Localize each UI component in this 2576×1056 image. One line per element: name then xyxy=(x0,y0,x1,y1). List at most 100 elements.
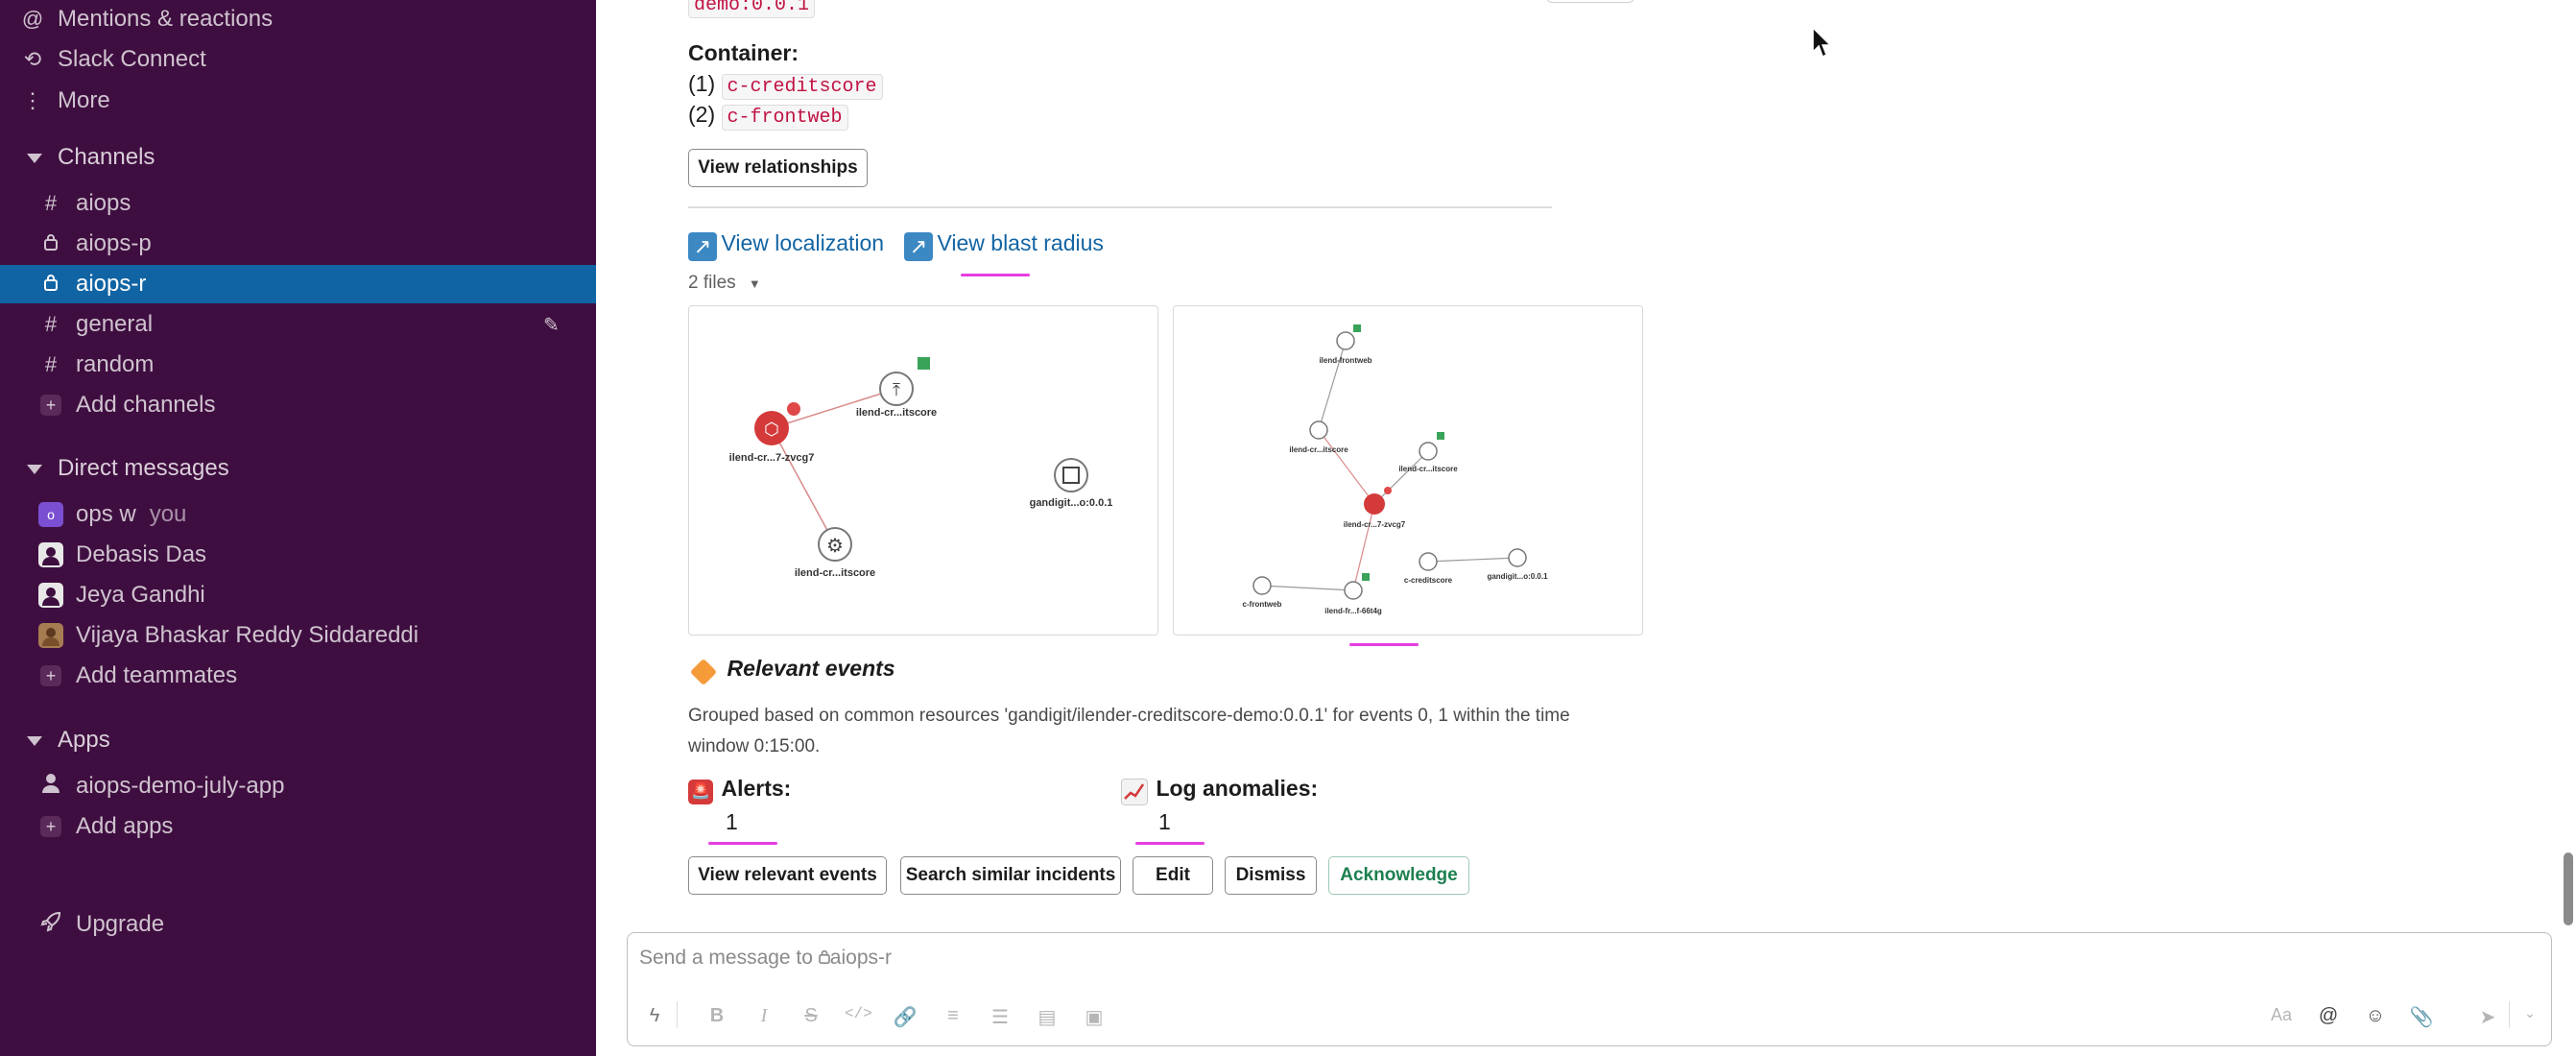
italic-icon[interactable]: I xyxy=(751,1005,777,1027)
message-composer[interactable]: Send a message to aiops-r xyxy=(627,932,2552,1046)
link-icon[interactable]: 🔗 xyxy=(892,1005,918,1029)
search-similar-incidents-button[interactable]: Search similar incidents xyxy=(900,856,1121,895)
send-icon[interactable]: ➤ xyxy=(2474,1005,2501,1029)
caret-down-icon xyxy=(27,465,42,474)
avatar: o xyxy=(38,502,63,527)
node-label: ilend-frontweb xyxy=(1319,356,1371,365)
scrollbar-thumb[interactable] xyxy=(2564,852,2573,925)
node-label: ilend-fr...f-66t4g xyxy=(1324,607,1382,615)
svg-text:⬡: ⬡ xyxy=(764,420,779,439)
composer-input[interactable]: Send a message to aiops-r xyxy=(639,947,892,970)
dm-item-ops-w[interactable]: o ops w you xyxy=(0,495,596,534)
message-pane: demo:0.0.1 Container: (1) c-creditscore … xyxy=(596,0,2576,1056)
cursor-icon xyxy=(1812,26,1833,64)
relevant-events-heading: Relevant events xyxy=(688,656,895,685)
bold-icon[interactable]: B xyxy=(704,1005,730,1027)
plus-icon: + xyxy=(40,816,61,837)
ordered-list-icon[interactable]: ≡ xyxy=(940,1005,966,1027)
node xyxy=(1419,432,1444,461)
dm-section-header[interactable]: Direct messages xyxy=(0,449,596,488)
node xyxy=(1419,552,1438,571)
upgrade-button[interactable]: Upgrade xyxy=(0,905,596,944)
chevron-down-icon[interactable]: ⌄ xyxy=(2516,1005,2543,1021)
button-edge[interactable] xyxy=(1546,0,1634,3)
dm-item-jeya-gandhi[interactable]: Jeya Gandhi xyxy=(0,576,596,614)
dm-item-vijaya[interactable]: Vijaya Bhaskar Reddy Siddareddi xyxy=(0,616,596,655)
rocket-icon xyxy=(40,911,61,938)
edit-button[interactable]: Edit xyxy=(1133,856,1213,895)
sidebar: @ Mentions & reactions ⟲ Slack Connect ⋮… xyxy=(0,0,596,1056)
node xyxy=(1336,324,1361,350)
node-label: ilend-cr...itscore xyxy=(795,567,875,579)
file-thumbnail-localization[interactable]: ⬡ ⤒ ⚙ ilend-cr...itscore ilend-cr...7-zv… xyxy=(688,305,1158,636)
alerts-label: 🚨 Alerts: xyxy=(688,776,791,804)
add-channels-button[interactable]: + Add channels xyxy=(0,386,596,424)
node-label: ilend-cr...itscore xyxy=(1289,445,1348,454)
file-thumbnail-blast-radius[interactable]: ilend-frontweb ilend-cr...itscore ilend-… xyxy=(1173,305,1643,636)
dm-item-debasis-das[interactable]: Debasis Das xyxy=(0,536,596,574)
svg-text:⤒: ⤒ xyxy=(893,380,900,399)
node-crashed xyxy=(1364,487,1392,515)
highlight-underline xyxy=(961,274,1030,276)
sidebar-item-random[interactable]: # random xyxy=(0,346,596,384)
view-blast-radius-link[interactable]: ↗ View blast radius xyxy=(904,230,1104,261)
plus-icon: + xyxy=(40,395,61,416)
sidebar-item-aiops-p[interactable]: aiops-p xyxy=(0,225,596,263)
node-label: ilend-cr...itscore xyxy=(1398,465,1458,473)
container-item: (1) c-creditscore xyxy=(688,71,883,100)
view-relevant-events-button[interactable]: View relevant events xyxy=(688,856,887,895)
node-gear: ⚙ xyxy=(818,527,852,562)
hash-icon: # xyxy=(44,191,58,215)
add-teammates-button[interactable]: + Add teammates xyxy=(0,657,596,695)
acknowledge-button[interactable]: Acknowledge xyxy=(1328,856,1469,895)
dismiss-button[interactable]: Dismiss xyxy=(1225,856,1317,895)
code-block-icon[interactable]: ▣ xyxy=(1081,1005,1108,1029)
more-vertical-icon: ⋮ xyxy=(22,88,43,112)
sidebar-item-slack-connect[interactable]: ⟲ Slack Connect xyxy=(0,40,596,79)
relevant-events-description: Grouped based on common resources 'gandi… xyxy=(688,706,1570,756)
shortcuts-lightning-icon[interactable]: ϟ xyxy=(641,1005,668,1027)
caret-down-icon: ▼ xyxy=(748,276,761,291)
node-save xyxy=(1054,458,1088,492)
view-localization-link[interactable]: ↗ View localization xyxy=(688,230,884,261)
sidebar-item-mentions[interactable]: @ Mentions & reactions xyxy=(0,0,596,38)
bulleted-list-icon[interactable]: ☰ xyxy=(987,1005,1014,1029)
pencil-icon[interactable]: ✎ xyxy=(543,313,560,337)
node xyxy=(1252,576,1272,595)
emoji-icon[interactable]: ☺ xyxy=(2362,1005,2389,1027)
node xyxy=(1309,420,1328,440)
apps-section-header[interactable]: Apps xyxy=(0,721,596,759)
highlight-underline xyxy=(1135,842,1205,845)
hash-icon: # xyxy=(44,352,58,376)
sidebar-item-general[interactable]: # general ✎ xyxy=(0,305,596,344)
node-label: gandigit...o:0.0.1 xyxy=(1487,572,1548,581)
node-label: ilend-cr...7-zvcg7 xyxy=(729,452,815,464)
toolbar-divider xyxy=(677,1001,678,1028)
channels-section-header[interactable]: Channels xyxy=(0,138,596,177)
mention-icon[interactable]: @ xyxy=(2315,1005,2342,1027)
sidebar-item-aiops[interactable]: # aiops xyxy=(0,184,596,223)
alerts-count: 1 xyxy=(726,809,738,834)
strikethrough-icon[interactable]: S xyxy=(798,1005,824,1027)
node-label: ilend-cr...itscore xyxy=(856,407,937,419)
blockquote-icon[interactable]: ▤ xyxy=(1034,1005,1061,1029)
hash-icon: # xyxy=(44,312,58,336)
at-icon: @ xyxy=(21,7,44,31)
attachment-icon[interactable]: 📎 xyxy=(2408,1005,2435,1029)
sidebar-item-aiops-r[interactable]: aiops-r xyxy=(0,265,596,303)
app-item-aiops-demo-july-app[interactable]: aiops-demo-july-app xyxy=(0,767,596,805)
divider xyxy=(688,206,1552,208)
code-icon[interactable]: </> xyxy=(845,1005,872,1022)
files-toggle[interactable]: 2 files ▼ xyxy=(688,273,761,294)
add-apps-button[interactable]: + Add apps xyxy=(0,807,596,846)
toolbar-divider xyxy=(2509,1001,2510,1028)
view-relationships-button[interactable]: View relationships xyxy=(688,149,868,187)
person-icon xyxy=(40,773,61,800)
container-label: Container: xyxy=(688,40,799,65)
svg-text:⚙: ⚙ xyxy=(826,536,844,557)
arrow-up-right-icon: ↗ xyxy=(688,231,717,261)
caret-down-icon xyxy=(27,736,42,746)
sidebar-item-more[interactable]: ⋮ More xyxy=(0,82,596,120)
node-label: gandigit...o:0.0.1 xyxy=(1030,497,1113,509)
formatting-toggle-icon[interactable]: Aa xyxy=(2268,1005,2295,1025)
